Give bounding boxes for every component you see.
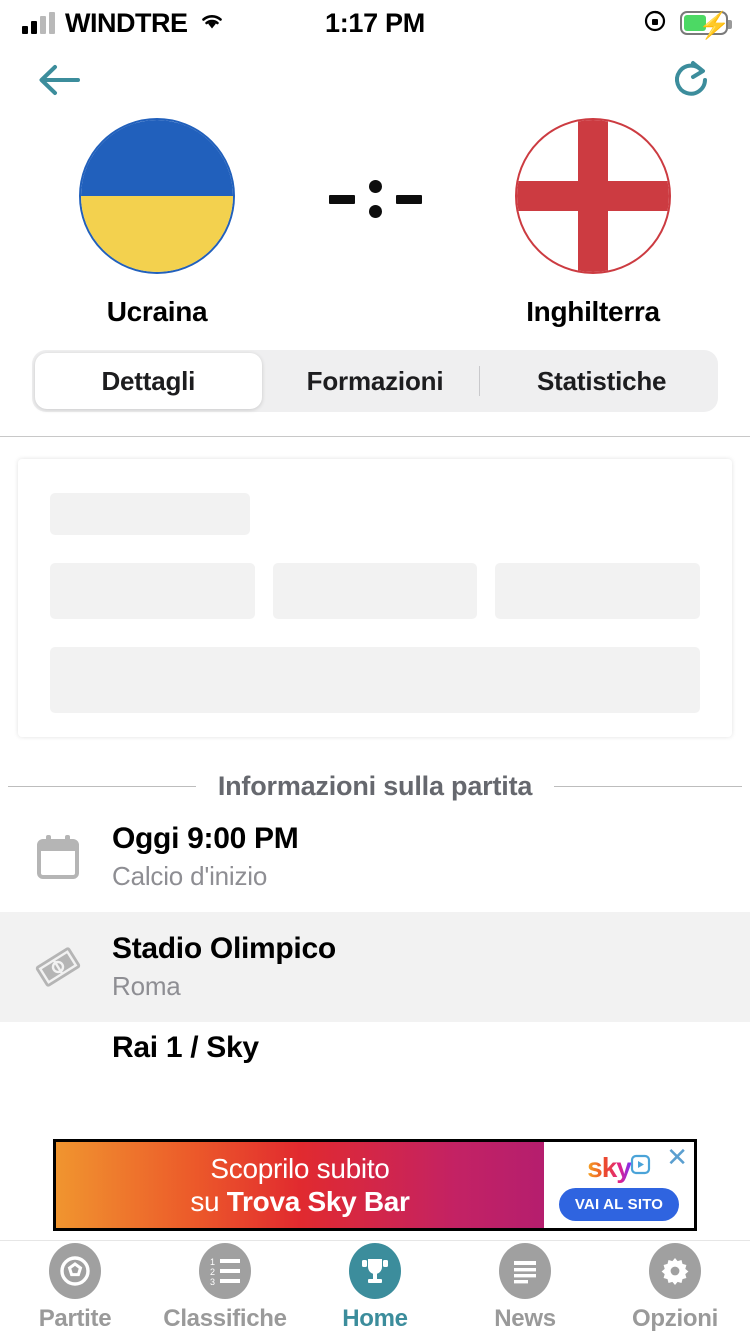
ad-line-1: Scoprilo subito <box>210 1152 390 1184</box>
away-score <box>395 194 422 204</box>
svg-text:3: 3 <box>210 1277 215 1287</box>
status-bar: WINDTRE 1:17 PM ⚡ <box>0 0 750 46</box>
skeleton-title-block <box>50 493 250 535</box>
info-row-venue[interactable]: Stadio Olimpico Roma <box>0 912 750 1022</box>
ad-side-panel: ✕ sky VAI AL SITO <box>544 1142 694 1228</box>
nav-label-home: Home <box>342 1304 408 1332</box>
home-score <box>328 194 355 204</box>
bottom-nav-bar: Partite 1 2 3 Classifiche Home News Opzi… <box>0 1240 750 1334</box>
tab-formazioni[interactable]: Formazioni <box>262 353 489 409</box>
refresh-icon[interactable] <box>664 53 718 107</box>
flag-england-icon <box>515 118 671 274</box>
venue-title: Stadio Olimpico <box>112 932 336 965</box>
info-row-text: Rai 1 / Sky <box>112 1031 259 1065</box>
kickoff-subtitle: Calcio d'inizio <box>112 861 268 891</box>
sky-logo: sky <box>587 1152 651 1184</box>
soccer-ball-icon <box>49 1242 101 1299</box>
ranked-list-icon: 1 2 3 <box>199 1242 251 1299</box>
tabs-container: Dettagli Formazioni Statistiche <box>0 328 750 412</box>
skeleton-wide-block <box>50 647 700 713</box>
app-screen: WINDTRE 1:17 PM ⚡ Ucraina Inghilterra De… <box>0 0 750 1334</box>
score-display <box>328 180 422 218</box>
top-nav-bar <box>0 46 750 114</box>
skeleton-block <box>495 563 701 619</box>
info-row-text: Stadio Olimpico Roma <box>112 932 336 1002</box>
tab-statistiche[interactable]: Statistiche <box>488 353 715 409</box>
venue-subtitle: Roma <box>112 971 181 1001</box>
kickoff-title: Oggi 9:00 PM <box>112 822 299 855</box>
section-rule-left <box>8 786 196 787</box>
nav-item-news[interactable]: News <box>450 1242 600 1333</box>
svg-text:2: 2 <box>210 1267 215 1277</box>
nav-label-partite: Partite <box>38 1304 112 1332</box>
battery-charging-icon: ⚡ <box>680 11 732 39</box>
loading-placeholder-card <box>18 459 732 737</box>
ad-line-2-bold: Trova Sky Bar <box>226 1185 410 1217</box>
flag-ukraine-icon <box>79 118 235 274</box>
info-row-kickoff[interactable]: Oggi 9:00 PM Calcio d'inizio <box>0 802 750 912</box>
news-article-icon <box>499 1242 551 1299</box>
nav-item-classifiche[interactable]: 1 2 3 Classifiche <box>150 1242 300 1333</box>
nav-label-classifiche: Classifiche <box>163 1304 287 1332</box>
away-team[interactable]: Inghilterra <box>498 118 688 328</box>
play-badge-icon <box>630 1154 650 1174</box>
header-separator <box>0 436 750 437</box>
close-icon[interactable]: ✕ <box>666 1144 688 1170</box>
nav-item-partite[interactable]: Partite <box>0 1242 150 1333</box>
skeleton-row <box>50 563 701 619</box>
gear-icon <box>649 1242 701 1299</box>
nav-item-opzioni[interactable]: Opzioni <box>600 1242 750 1333</box>
match-scoreboard: Ucraina Inghilterra <box>0 114 750 328</box>
home-team-name: Ucraina <box>106 296 208 327</box>
tab-divider <box>478 366 480 396</box>
stadium-icon <box>30 940 86 994</box>
section-title: Informazioni sulla partita <box>217 771 533 801</box>
nav-item-home[interactable]: Home <box>300 1242 450 1333</box>
score-separator <box>368 180 382 218</box>
info-row-broadcast[interactable]: Rai 1 / Sky <box>0 1022 750 1068</box>
trophy-icon <box>349 1242 401 1299</box>
status-bar-clock: 1:17 PM <box>325 7 425 38</box>
sky-brand-text: sky <box>587 1151 632 1183</box>
ad-message: Scoprilo subito su Trova Sky Bar <box>56 1142 544 1228</box>
ad-line-2-prefix: su <box>190 1185 227 1217</box>
calendar-icon <box>30 833 86 881</box>
nav-label-opzioni: Opzioni <box>632 1304 718 1332</box>
ad-cta-button[interactable]: VAI AL SITO <box>558 1187 680 1221</box>
back-arrow-icon[interactable] <box>32 53 86 107</box>
nav-label-news: News <box>494 1304 556 1332</box>
home-team[interactable]: Ucraina <box>62 118 252 328</box>
segmented-control: Dettagli Formazioni Statistiche <box>32 350 718 412</box>
skeleton-block <box>272 563 478 619</box>
match-info-section-header: Informazioni sulla partita <box>0 771 750 802</box>
info-row-text: Oggi 9:00 PM Calcio d'inizio <box>112 822 299 892</box>
away-team-name: Inghilterra <box>526 296 660 327</box>
skeleton-block <box>50 563 255 619</box>
svg-text:1: 1 <box>210 1257 215 1267</box>
section-rule-right <box>554 786 743 787</box>
tab-dettagli[interactable]: Dettagli <box>35 353 262 409</box>
ad-line-2: su Trova Sky Bar <box>190 1185 410 1218</box>
broadcast-title: Rai 1 / Sky <box>112 1031 259 1064</box>
ad-banner[interactable]: Scoprilo subito su Trova Sky Bar ✕ sky V… <box>53 1139 697 1231</box>
